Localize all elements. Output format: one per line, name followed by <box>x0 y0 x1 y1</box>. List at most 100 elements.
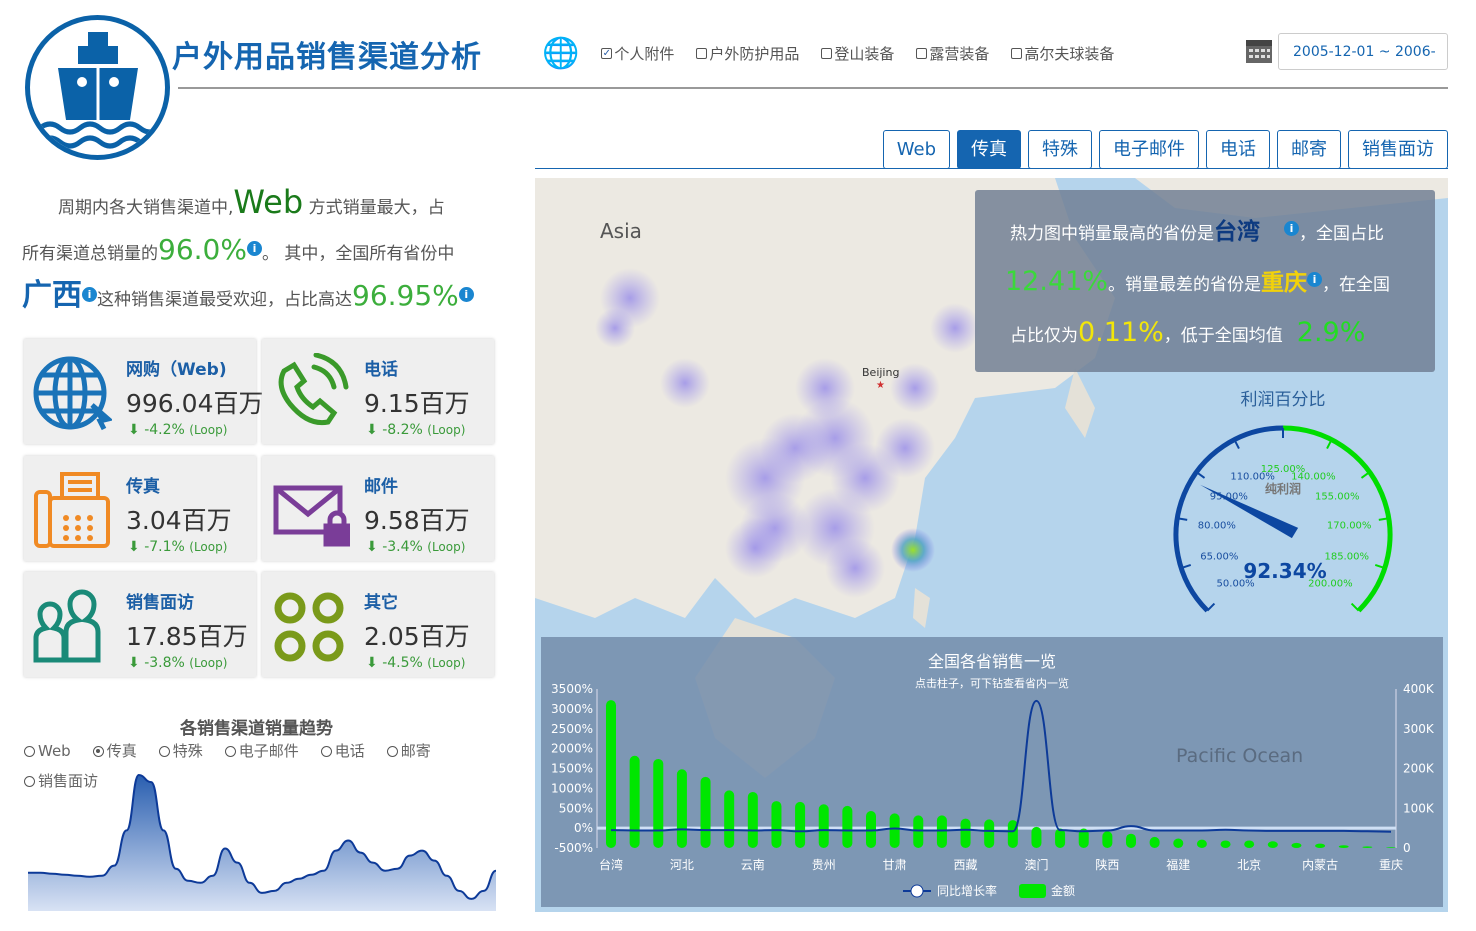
bar[interactable] <box>1362 846 1373 848</box>
x-tick-label: 台湾 <box>599 857 623 872</box>
bar[interactable] <box>960 818 971 848</box>
change-value: -7.1% <box>144 539 185 555</box>
legend-marker-icon[interactable] <box>910 884 924 898</box>
tab-2[interactable]: 特殊 <box>1028 130 1092 169</box>
profit-gauge: 利润百分比50.00%65.00%80.00%95.00%110.00%125.… <box>1173 390 1393 613</box>
info-icon[interactable]: i <box>246 241 262 257</box>
fax-icon <box>32 470 112 550</box>
radio-icon[interactable] <box>386 745 398 757</box>
gauge-tick <box>1350 602 1360 612</box>
bar[interactable] <box>606 700 616 848</box>
checkbox-icon[interactable] <box>916 48 928 59</box>
bar[interactable] <box>1102 831 1113 848</box>
bar[interactable] <box>1244 840 1255 848</box>
channel-name: 销售面访 <box>126 593 194 613</box>
x-tick-label: 内蒙古 <box>1302 857 1338 872</box>
checkbox-icon[interactable] <box>1011 48 1023 59</box>
channel-card[interactable]: 销售面访 17.85百万 ⬇ -3.8% (Loop) <box>24 572 256 677</box>
y-left-tick-label: 3500% <box>551 682 593 696</box>
checkbox-icon[interactable]: ✓ <box>601 48 613 59</box>
x-tick-label: 福建 <box>1166 857 1190 872</box>
worst-province: 重庆 <box>1260 270 1307 296</box>
bar[interactable] <box>1315 843 1326 848</box>
trend-radio-option[interactable]: 电子邮件 <box>224 741 299 761</box>
bar[interactable] <box>676 769 687 848</box>
summary-text-2: 方式销量最大，占 <box>303 198 445 218</box>
bar[interactable] <box>724 790 735 848</box>
bar[interactable] <box>700 776 711 848</box>
info-text: ，在全国 <box>1321 275 1390 295</box>
legend-label[interactable]: 同比增长率 <box>937 883 997 898</box>
radio-label: Web <box>38 742 71 760</box>
channel-card[interactable]: 电话 9.15百万 ⬇ -8.2% (Loop) <box>262 339 494 444</box>
legend-label[interactable]: 金额 <box>1051 883 1075 898</box>
bar[interactable] <box>889 813 900 848</box>
info-icon[interactable]: i <box>82 287 97 303</box>
channel-card[interactable]: 其它 2.05百万 ⬇ -4.5% (Loop) <box>262 572 494 677</box>
channel-card[interactable]: 网购（Web) 996.04百万 ⬇ -4.2% (Loop) <box>24 339 263 444</box>
checkbox-icon[interactable] <box>696 48 708 59</box>
trend-radio-option[interactable]: 特殊 <box>158 741 203 761</box>
bar[interactable] <box>1338 845 1349 848</box>
bar[interactable] <box>1055 828 1066 848</box>
channel-card[interactable]: 传真 3.04百万 ⬇ -7.1% (Loop) <box>24 456 256 561</box>
tab-1[interactable]: 传真 <box>957 130 1021 169</box>
bar[interactable] <box>629 755 640 848</box>
radio-icon[interactable] <box>158 745 170 757</box>
info-icon[interactable]: i <box>1306 272 1322 288</box>
bar[interactable] <box>1196 839 1207 848</box>
category-checkbox[interactable]: 户外防护用品 <box>696 43 799 64</box>
legend-bar-icon[interactable] <box>1019 884 1046 898</box>
info-icon[interactable]: i <box>458 287 474 303</box>
radio-icon[interactable] <box>224 745 236 757</box>
down-arrow-icon: ⬇ <box>128 422 140 438</box>
bar[interactable] <box>913 815 924 848</box>
tab-4[interactable]: 电话 <box>1206 130 1270 169</box>
trend-radio-option[interactable]: 传真 <box>92 741 137 761</box>
bar[interactable] <box>1291 842 1302 848</box>
trend-radio-option[interactable]: Web <box>24 741 71 761</box>
tab-3[interactable]: 电子邮件 <box>1099 130 1199 169</box>
bar[interactable] <box>1149 836 1160 848</box>
channel-change: ⬇ -7.1% (Loop) <box>128 539 227 555</box>
bar[interactable] <box>795 801 806 848</box>
category-checkbox[interactable]: 高尔夫球装备 <box>1011 43 1114 64</box>
date-range-input[interactable]: 2005-12-01 ~ 2006- <box>1278 33 1448 70</box>
summary-text-1: 周期内各大销售渠道中, <box>58 198 234 218</box>
tab-5[interactable]: 邮寄 <box>1277 130 1341 169</box>
bar[interactable] <box>818 804 829 848</box>
tab-0[interactable]: Web <box>882 130 950 169</box>
channel-tabs: Web 传真 特殊 电子邮件 电话 邮寄 销售面访 <box>882 130 1448 169</box>
bar[interactable] <box>936 815 947 848</box>
bar[interactable] <box>1031 826 1042 848</box>
top-share: 12.41% <box>1005 266 1108 297</box>
radio-icon[interactable] <box>24 745 35 757</box>
bar[interactable] <box>1267 841 1278 848</box>
bar[interactable] <box>771 801 782 848</box>
bar[interactable] <box>1173 838 1184 848</box>
category-checkbox[interactable]: ✓ 个人附件 <box>601 43 674 64</box>
info-icon[interactable]: i <box>1284 221 1299 237</box>
bar[interactable] <box>747 791 758 848</box>
trend-radio-option[interactable]: 邮寄 <box>386 741 431 761</box>
channel-name: 其它 <box>364 593 398 613</box>
bar[interactable] <box>1386 847 1396 848</box>
channel-card[interactable]: 邮件 9.58百万 ⬇ -3.4% (Loop) <box>262 456 494 561</box>
radio-icon[interactable] <box>92 745 104 757</box>
chart-title: 全国各省销售一览 <box>928 652 1056 671</box>
bar[interactable] <box>984 819 995 848</box>
down-arrow-icon: ⬇ <box>366 422 378 438</box>
bar[interactable] <box>1126 833 1136 848</box>
heatmap-insight-box: 热力图中销量最高的省份是台湾 i ，全国占比 12.41%。销量最差的省份是重庆 i，… <box>975 190 1435 372</box>
bar[interactable] <box>842 805 853 848</box>
category-checkbox[interactable]: 露营装备 <box>916 43 989 64</box>
bar[interactable] <box>1220 840 1231 848</box>
category-checkbox[interactable]: 登山装备 <box>821 43 894 64</box>
tab-6[interactable]: 销售面访 <box>1348 130 1448 169</box>
radio-icon[interactable] <box>320 745 332 757</box>
province-sales-chart[interactable]: 全国各省销售一览点击柱子，可下钻查看省内一览 Pacific Ocean 3500%… <box>541 637 1443 907</box>
trend-radio-option[interactable]: 电话 <box>320 741 365 761</box>
calendar-icon[interactable] <box>1245 36 1273 64</box>
checkbox-icon[interactable] <box>821 48 833 59</box>
bar[interactable] <box>653 758 664 848</box>
